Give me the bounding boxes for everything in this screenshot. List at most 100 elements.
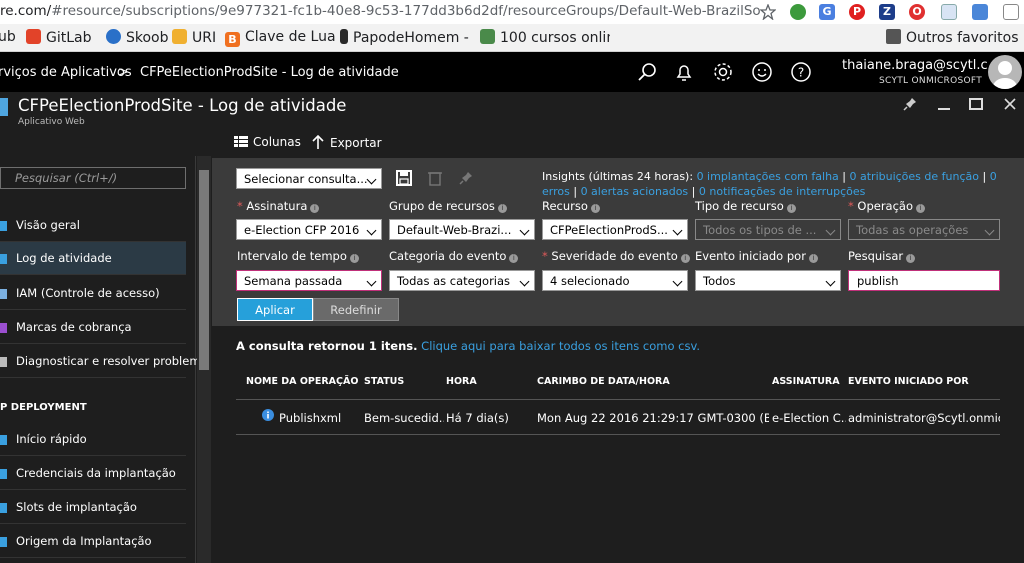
blade-header: CFPeElectionProdSite - Log de atividade … [0, 92, 1024, 132]
search-field[interactable]: publish [848, 270, 1000, 291]
bookmark-100-cursos[interactable]: 100 cursos online [480, 29, 610, 46]
breadcrumb-app-services[interactable]: rviços de Aplicativos [0, 65, 132, 80]
bookmark-gitlab[interactable]: GitLab [26, 29, 92, 46]
columns-button[interactable]: Colunas [234, 135, 301, 149]
bookmarks-bar: ub GitLab Skoob URI B Clave de Lua Papode… [0, 24, 1024, 52]
minimize-icon[interactable] [934, 96, 954, 116]
resource-type-select[interactable]: Todos os tipos de ... [695, 219, 841, 240]
breadcrumb-separator: > [118, 65, 129, 80]
pin-query-icon[interactable] [458, 170, 474, 186]
user-name: thaiane.braga@scytl.c... [842, 58, 1001, 73]
translate-extension-icon[interactable]: G [819, 4, 835, 20]
download-csv-link[interactable]: Clique aqui para baixar todos os itens c… [421, 339, 700, 353]
info-icon: i [310, 204, 320, 213]
insights-failed-deployments-link[interactable]: 0 implantações com falha [697, 170, 839, 183]
pinterest-extension-icon[interactable]: P [849, 4, 865, 20]
chevron-down-icon [825, 225, 836, 236]
bookmark-clave-de-lua[interactable]: B Clave de Lua [225, 29, 336, 47]
scrollbar-thumb[interactable] [199, 170, 209, 370]
sidebar-item-credentials[interactable]: Credenciais da implantação [0, 457, 186, 490]
user-tenant: SCYTL ONMICROSOFT [879, 76, 982, 86]
bookmark-papodehomem[interactable]: PapodeHomem - [340, 29, 469, 46]
search-input[interactable]: Pesquisar (Ctrl+/) [0, 167, 186, 189]
column-header-operation[interactable]: NOME DA OPERAÇÃO [246, 376, 358, 387]
info-icon: i [509, 254, 519, 263]
blade-title: CFPeElectionProdSite - Log de atividade [18, 96, 347, 115]
search-icon[interactable] [634, 59, 660, 85]
svg-text:?: ? [798, 66, 804, 80]
document-extension-icon[interactable] [941, 4, 957, 20]
time-range-select[interactable]: Semana passada [236, 270, 382, 291]
bell-icon[interactable] [671, 59, 697, 85]
resource-select[interactable]: CFPeElectionProdS... [542, 219, 688, 240]
sidebar-item-activity-log[interactable]: Log de atividade [0, 242, 186, 275]
sidebar-item-quickstart[interactable]: Início rápido [0, 423, 186, 456]
subscription-select[interactable]: e-Election CFP 2016 [236, 219, 382, 240]
initiated-by-select[interactable]: Todos [695, 270, 841, 291]
avatar[interactable] [988, 55, 1022, 89]
gear-icon[interactable] [710, 59, 736, 85]
sidebar-item-diagnose[interactable]: Diagnosticar e resolver problem... [0, 345, 212, 378]
label-time-range: Intervalo de tempo i [237, 249, 359, 263]
slots-icon [0, 503, 7, 513]
zotero-extension-icon[interactable]: Z [879, 4, 895, 20]
column-header-timestamp[interactable]: CARIMBO DE DATA/HORA [537, 376, 670, 387]
operation-select[interactable]: Todas as operações [848, 219, 1000, 240]
bookmark-skoob[interactable]: Skoob [106, 29, 169, 46]
chevron-down-icon [366, 174, 377, 185]
insights-text: Insights (últimas 24 horas): 0 implantaç… [542, 170, 997, 198]
close-icon[interactable] [1000, 96, 1020, 116]
info-icon: i [497, 204, 507, 213]
sidebar-item-deployment-source[interactable]: Origem da Implantação [0, 525, 186, 558]
extension-green-icon[interactable] [790, 4, 806, 20]
globe-icon [0, 221, 7, 231]
sidebar-item-tags[interactable]: Marcas de cobrança [0, 311, 186, 344]
export-button[interactable]: Exportar [312, 134, 382, 150]
user-account[interactable]: thaiane.braga@scytl.c... SCYTL ONMICROSO… [842, 58, 1001, 86]
browser-url-bar[interactable]: re.com/#resource/subscriptions/9e977321-… [0, 0, 1024, 24]
chevron-down-icon [519, 225, 530, 236]
column-header-time[interactable]: HORA [446, 376, 477, 387]
cloud-icon [0, 435, 7, 445]
label-resource: Recurso i [542, 199, 600, 213]
column-header-subscription[interactable]: ASSINATURA [772, 376, 840, 387]
smiley-icon[interactable] [749, 59, 775, 85]
sidebar-scrollbar[interactable] [197, 156, 211, 563]
sidebar-item-overview[interactable]: Visão geral [0, 209, 186, 242]
maximize-icon[interactable] [966, 96, 986, 116]
insights-role-assignments-link[interactable]: 0 atribuições de função [850, 170, 980, 183]
help-icon[interactable]: ? [788, 59, 814, 85]
cell-timestamp: Mon Aug 22 2016 21:29:17 GMT-0300 (BRT) [537, 411, 769, 425]
event-category-select[interactable]: Todas as categorias [389, 270, 535, 291]
breadcrumb-current[interactable]: CFPeElectionProdSite - Log de atividade [140, 65, 399, 80]
bookmark-other-favorites[interactable]: Outros favoritos [886, 29, 1019, 46]
reset-button[interactable]: Redefinir [313, 298, 399, 321]
sidebar-item-iam[interactable]: IAM (Controle de acesso) [0, 277, 186, 310]
page-extension-icon[interactable] [1003, 4, 1019, 20]
tag-icon [0, 323, 7, 333]
docs-extension-icon[interactable] [972, 4, 988, 20]
chevron-down-icon [672, 276, 683, 287]
url-text[interactable]: re.com/#resource/subscriptions/9e977321-… [0, 3, 760, 19]
blogger-icon: B [225, 32, 240, 47]
save-icon[interactable] [396, 170, 412, 186]
bookmark-github[interactable]: ub [0, 29, 16, 45]
apply-button[interactable]: Aplicar [237, 298, 313, 321]
papodehomem-icon [340, 29, 348, 44]
resource-group-select[interactable]: Default-Web-Brazi... [389, 219, 535, 240]
opera-extension-icon[interactable]: O [909, 4, 925, 20]
cell-status: Bem-sucedid... [364, 411, 444, 425]
insights-outages-link[interactable]: 0 notificações de interrupções [699, 185, 866, 198]
star-icon[interactable] [760, 4, 776, 20]
column-header-status[interactable]: STATUS [364, 376, 404, 387]
column-header-initiated-by[interactable]: EVENTO INICIADO POR [848, 376, 969, 387]
bookmark-uri[interactable]: URI [172, 29, 216, 46]
label-event-severity: * Severidade do evento i [542, 249, 690, 263]
query-select[interactable]: Selecionar consulta... [236, 168, 382, 189]
chevron-down-icon [366, 276, 377, 287]
insights-alerts-link[interactable]: 0 alertas acionados [581, 185, 689, 198]
sidebar-item-slots[interactable]: Slots de implantação [0, 491, 186, 524]
delete-icon[interactable] [428, 170, 442, 186]
pin-icon[interactable] [900, 96, 920, 116]
event-severity-select[interactable]: 4 selecionado [542, 270, 688, 291]
